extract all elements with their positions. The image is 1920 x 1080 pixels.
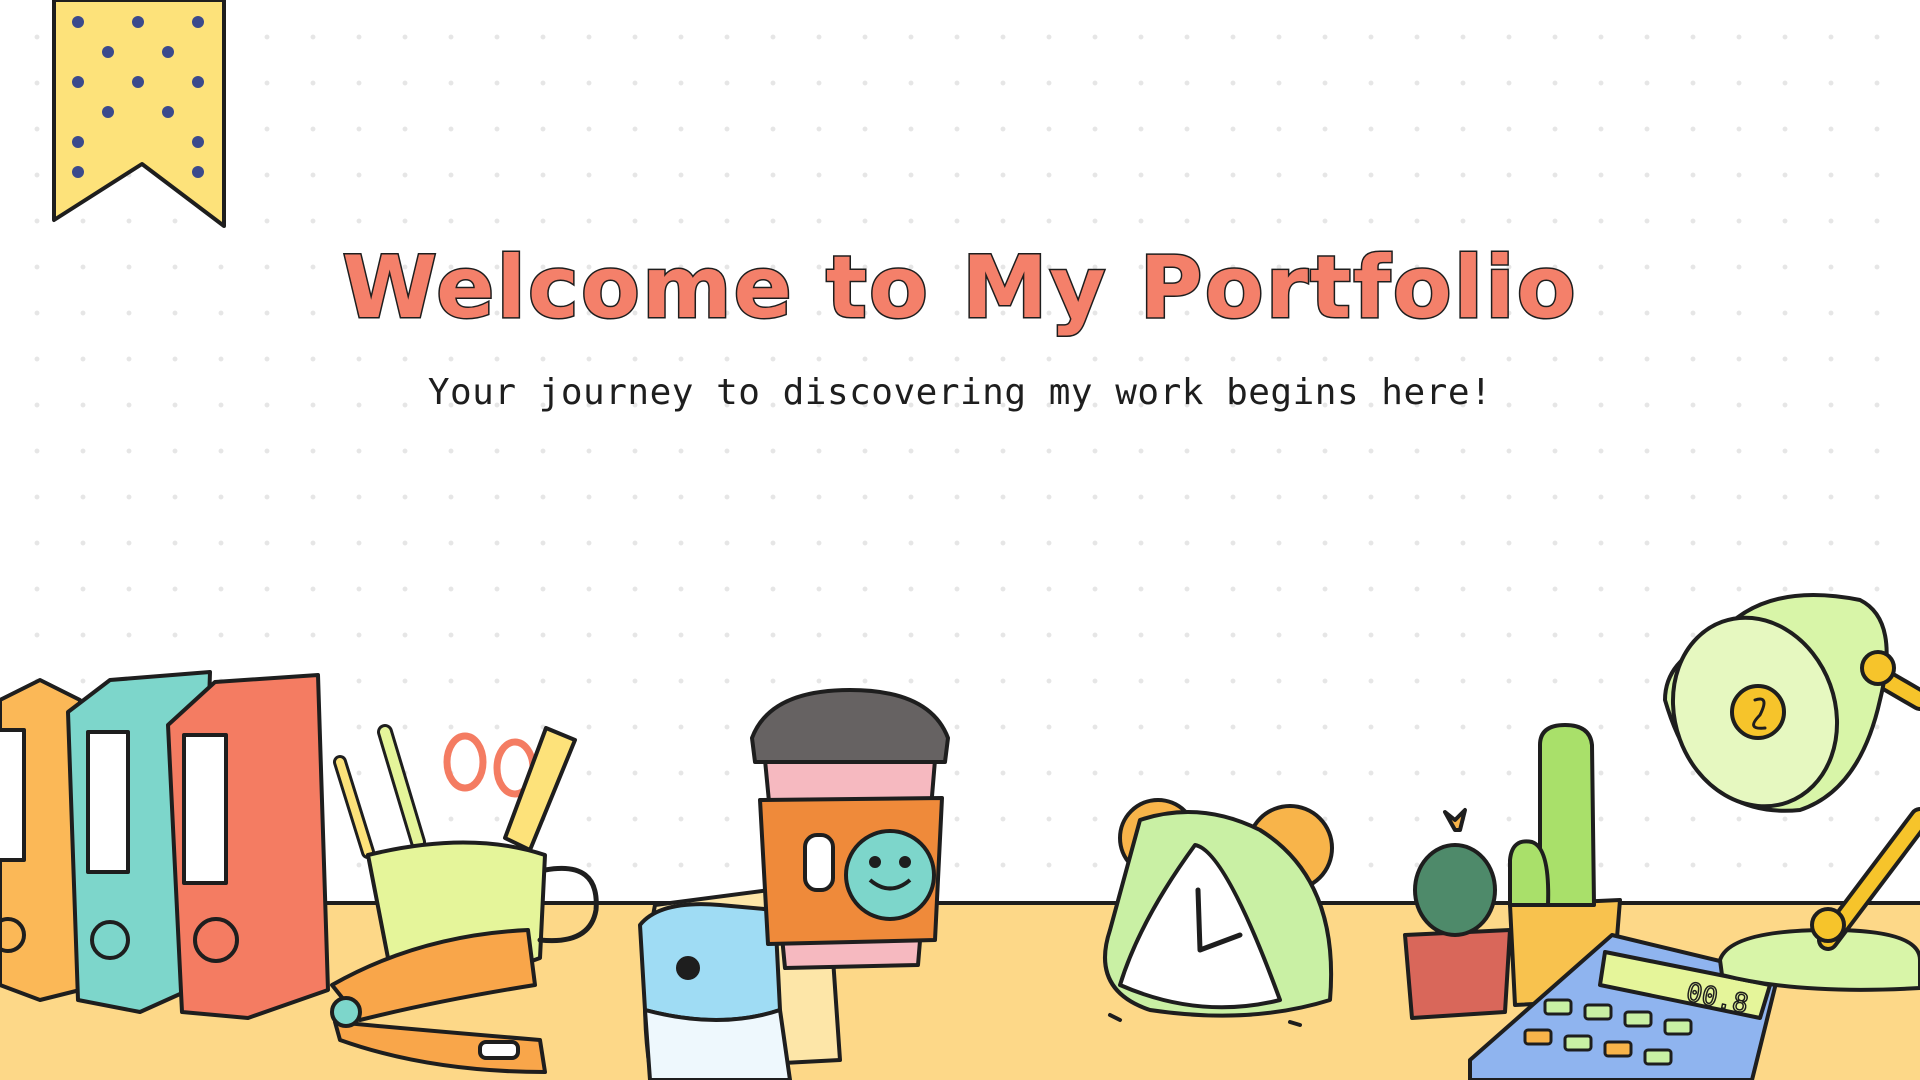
alarm-clock-icon: [1103, 798, 1334, 1027]
coffee-cup-icon: [750, 688, 950, 970]
bookmark-ribbon-icon: [52, 0, 226, 228]
page-title: Welcome to My Portfolio: [341, 237, 1578, 340]
desk-illustration: 00.8: [0, 0, 1920, 1080]
page-subtitle: Your journey to discovering my work begi…: [427, 372, 1493, 413]
binders-icon: [0, 670, 330, 1020]
